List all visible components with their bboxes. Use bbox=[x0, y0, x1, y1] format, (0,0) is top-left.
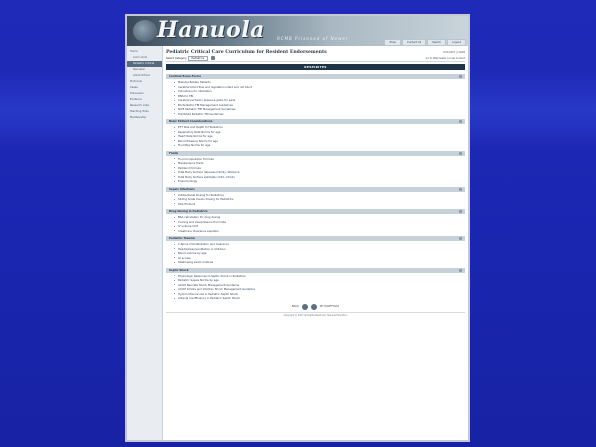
top-nav-logout[interactable]: Logout bbox=[447, 39, 466, 46]
section-heading[interactable]: Fluids bbox=[166, 150, 465, 156]
section-link-list: BSA calculation for drug dosing Cooling a… bbox=[166, 214, 465, 233]
curriculum-link[interactable]: Creatinine Clearance equation bbox=[174, 229, 465, 234]
webmaster-contact-link[interactable]: Go to Webmaster Locale Contact bbox=[426, 57, 465, 60]
back-arrow-icon[interactable] bbox=[301, 303, 308, 310]
forward-arrow-icon[interactable] bbox=[310, 303, 317, 310]
curriculum-section: Sepsis Infections Antibacterial Dosing fo… bbox=[166, 186, 465, 207]
curriculum-link[interactable]: Endocrinology bbox=[174, 179, 465, 184]
top-nav-shop[interactable]: Shop bbox=[384, 39, 402, 46]
category-select[interactable]: Pediatrics bbox=[187, 56, 209, 61]
browser-screenshot: Hanuola RCMB Prisoned of Newer Shop Cont… bbox=[125, 14, 470, 442]
section-header-bar: RESPIRITES bbox=[166, 64, 465, 70]
section-link-list: Massive Bobbie Hazards Cerebral blood flo… bbox=[166, 79, 465, 116]
curriculum-link[interactable]: DKA Protocol bbox=[174, 202, 465, 207]
sidebar: Home Curriculum Pediatric Critical Neonatal… bbox=[127, 46, 163, 440]
footer-navigation: BACK MY PORTFOLIO bbox=[166, 303, 465, 310]
section-link-list: Fluid Composition Formula Maintenance flu… bbox=[166, 156, 465, 184]
section-heading[interactable]: Septic Shock bbox=[166, 267, 465, 273]
section-heading[interactable]: Basic Patient Considerations bbox=[166, 119, 465, 124]
copyright-text: Copyright © 2007 All Rights Reserved, Ha… bbox=[166, 311, 465, 317]
section-link-list: Physiologic Response to Septic Shock in … bbox=[166, 273, 465, 301]
top-nav: Shop Contact Us Search Logout bbox=[384, 39, 466, 46]
curriculum-link[interactable]: Swallowing exam routines bbox=[174, 260, 465, 265]
top-nav-search[interactable]: Search bbox=[427, 39, 447, 46]
section-link-list: Antibacterial Dosing for Pediatrics Slidi… bbox=[166, 192, 465, 207]
logo-emblem-icon bbox=[133, 20, 157, 42]
curriculum-link[interactable]: Adrenal Insufficiency in Pediatric Septi… bbox=[174, 296, 465, 301]
curriculum-sections: Cardinal Exam Forms Massive Bobbie Hazard… bbox=[166, 74, 465, 301]
section-heading[interactable]: Drug Dosing in Pediatrics bbox=[166, 209, 465, 214]
section-link-list: ETT Size and Depth for Pediatrics Respira… bbox=[166, 124, 465, 148]
category-filter-label: Select Category bbox=[166, 57, 187, 60]
section-heading[interactable]: Sepsis Infections bbox=[166, 186, 465, 192]
site-logo[interactable]: Hanuola bbox=[157, 17, 265, 43]
go-button[interactable] bbox=[210, 56, 215, 60]
curriculum-section: Cardinal Exam Forms Massive Bobbie Hazard… bbox=[166, 74, 465, 116]
main-content: Pediatric Critical Care Curriculum for R… bbox=[163, 46, 468, 440]
curriculum-link[interactable]: Published Pediatric TBI Guidelines bbox=[174, 112, 465, 117]
login-meta[interactable]: 3/21/2007 | LOGIN bbox=[443, 51, 465, 54]
site-tagline: RCMB Prisoned of Newer bbox=[277, 36, 349, 41]
curriculum-section: Basic Patient Considerations ETT Size and… bbox=[166, 119, 465, 148]
top-nav-contact[interactable]: Contact Us bbox=[402, 39, 427, 46]
curriculum-section: Drug Dosing in Pediatrics BSA calculation… bbox=[166, 209, 465, 233]
sidebar-item[interactable]: Membership bbox=[127, 115, 162, 121]
curriculum-section: Pediatric Trauma C-Spine immobilization a… bbox=[166, 236, 465, 265]
portfolio-link[interactable]: MY PORTFOLIO bbox=[320, 305, 339, 308]
site-banner: Hanuola RCMB Prisoned of Newer Shop Cont… bbox=[127, 16, 468, 46]
section-heading[interactable]: Pediatric Trauma bbox=[166, 236, 465, 241]
curriculum-section: Septic Shock Physiologic Response to Sept… bbox=[166, 267, 465, 301]
curriculum-section: Fluids Fluid Composition Formula Maintenan… bbox=[166, 150, 465, 184]
back-link[interactable]: BACK bbox=[292, 305, 299, 308]
section-link-list: C-Spine immobilization and clearance Head… bbox=[166, 241, 465, 265]
page-title: Pediatric Critical Care Curriculum for R… bbox=[166, 49, 327, 55]
curriculum-link[interactable]: Fluid Bps Norms for age bbox=[174, 143, 465, 148]
section-heading[interactable]: Cardinal Exam Forms bbox=[166, 74, 465, 79]
